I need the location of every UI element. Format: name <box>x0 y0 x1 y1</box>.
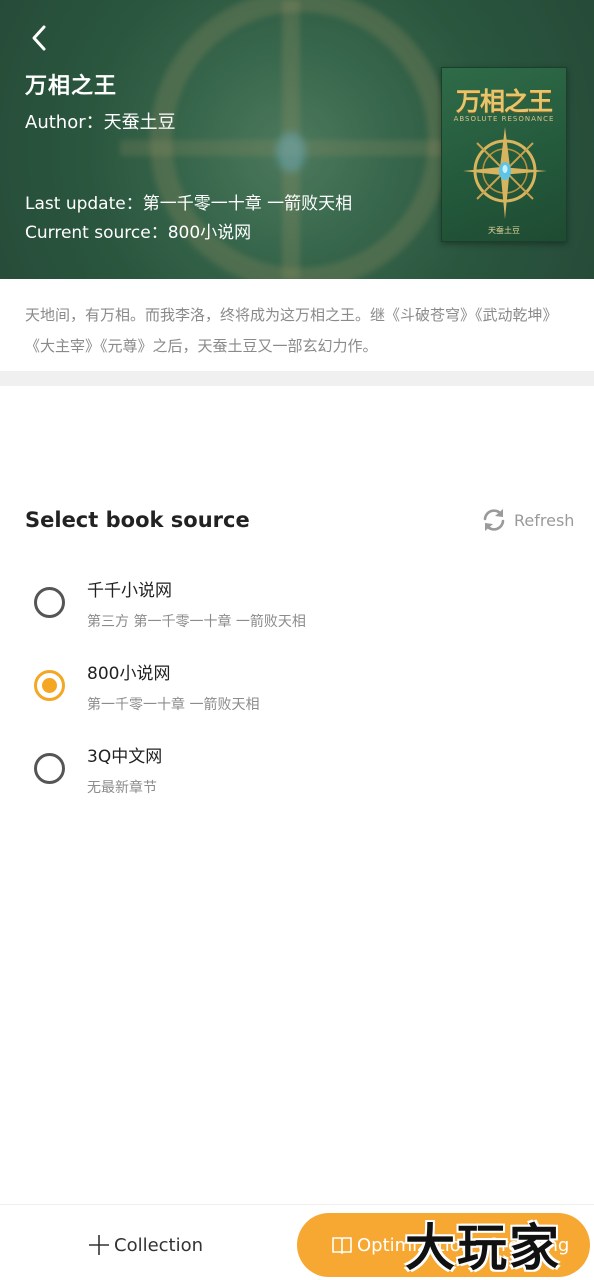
chevron-left-icon <box>32 25 46 51</box>
add-to-collection-button[interactable]: Collection <box>88 1231 203 1259</box>
radio-unselected[interactable] <box>34 587 65 618</box>
book-detail-page: 万相之王 Author：天蚕土豆 Last update：第一千零一十章 一箭败… <box>0 0 594 1280</box>
section-divider <box>0 371 594 386</box>
cover-subtitle: ABSOLUTE RESONANCE <box>453 115 555 123</box>
watermark-logo: 大玩家 <box>405 1219 561 1277</box>
cover-title: 万相之王 <box>455 87 553 116</box>
source-option-detail: 无最新章节 <box>87 780 157 796</box>
book-author: Author：天蚕土豆 <box>25 112 176 133</box>
book-header: 万相之王 Author：天蚕土豆 Last update：第一千零一十章 一箭败… <box>0 0 594 279</box>
select-source-title: Select book source <box>25 508 250 532</box>
refresh-button[interactable]: Refresh <box>480 506 574 534</box>
refresh-icon <box>483 509 505 531</box>
source-option[interactable]: 3Q中文网 无最新章节 <box>0 736 594 816</box>
plus-icon <box>89 1235 109 1255</box>
source-option[interactable]: 800小说网 第一千零一十章 一箭败天相 <box>0 653 594 733</box>
refresh-label: Refresh <box>514 510 575 530</box>
book-cover[interactable]: 万相之王 ABSOLUTE RESONANCE 天蚕土豆 <box>441 67 567 242</box>
book-title: 万相之王 <box>25 74 118 99</box>
source-option-name: 800小说网 <box>87 664 171 684</box>
cover-emblem-icon <box>463 127 547 219</box>
source-option-name: 3Q中文网 <box>87 747 163 767</box>
current-source: Current source：800小说网 <box>25 223 252 243</box>
cover-author: 天蚕土豆 <box>488 226 520 235</box>
source-option-detail: 第三方 第一千零一十章 一箭败天相 <box>87 614 306 630</box>
collection-label: Collection <box>114 1234 204 1256</box>
book-description: 天地间，有万相。而我李洛，终将成为这万相之王。继《斗破苍穹》《武动乾坤》《大主宰… <box>25 306 558 355</box>
radio-selected[interactable] <box>34 670 65 701</box>
last-update: Last update：第一千零一十章 一箭败天相 <box>25 194 353 214</box>
radio-unselected[interactable] <box>34 753 65 784</box>
book-open-icon <box>332 1237 352 1254</box>
back-button[interactable] <box>24 22 54 54</box>
source-option-detail: 第一千零一十章 一箭败天相 <box>87 697 260 713</box>
source-option[interactable]: 千千小说网 第三方 第一千零一十章 一箭败天相 <box>0 570 594 650</box>
source-option-name: 千千小说网 <box>87 581 172 601</box>
